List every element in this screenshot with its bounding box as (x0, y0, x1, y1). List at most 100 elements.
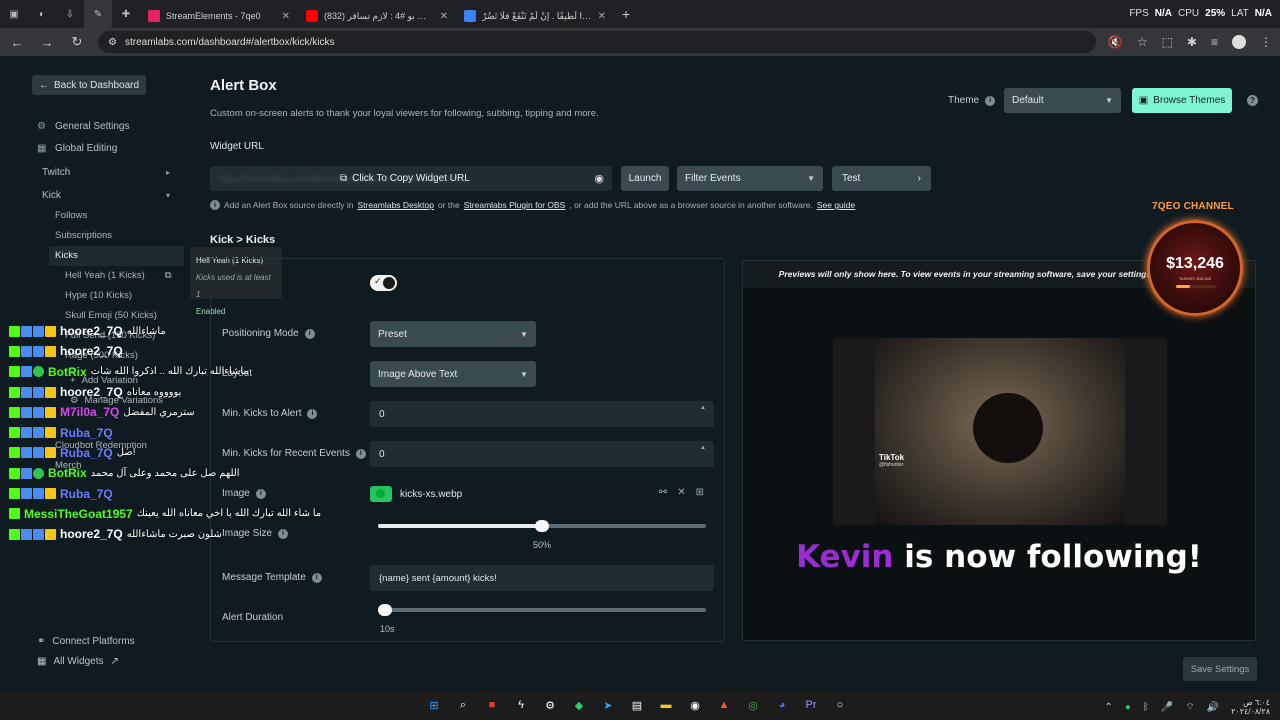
save-settings-button[interactable]: Save Settings (1183, 657, 1257, 681)
clock[interactable]: ٦:٠٤ ص ٢٠٢٤/٠٨/٢٨ (1231, 698, 1270, 716)
copy-url-button[interactable]: ⧉ Click To Copy Widget URL (340, 173, 470, 184)
mute-icon[interactable]: 🔇 (1108, 35, 1123, 49)
pinned-tab-5[interactable]: ✚ (112, 0, 140, 28)
chevron-right-icon: ▸ (165, 168, 170, 177)
close-icon[interactable]: ✕ (440, 11, 448, 22)
search-icon[interactable]: ⌕ (453, 695, 473, 715)
forward-arrow-icon[interactable]: → (38, 35, 56, 50)
chat-username: hoore2_7Q (60, 527, 123, 542)
grid-icon[interactable]: ⊞ (696, 487, 704, 498)
obs-icon[interactable]: ◉ (685, 695, 705, 715)
bluetooth-icon[interactable]: ᛒ (1143, 702, 1149, 713)
close-icon[interactable]: ✕ (598, 11, 606, 22)
app-bolt-icon[interactable]: ϟ (511, 695, 531, 715)
pinned-tab-2[interactable]: ◐ (28, 0, 56, 28)
browser-tab[interactable]: كُنْ غائِرًا لَطيفًا . إنْ لَمْ تَنْفَعْ… (456, 4, 614, 28)
notes-icon[interactable]: ▤ (627, 695, 647, 715)
spinner-icon[interactable]: ▲ (700, 405, 706, 411)
launch-button[interactable]: Launch (621, 166, 669, 191)
close-icon[interactable]: ✕ (677, 487, 685, 498)
test-button[interactable]: Test › (832, 166, 931, 191)
streamlabs-desktop-link[interactable]: Streamlabs Desktop (357, 200, 434, 210)
premiere-icon[interactable]: Pr (801, 695, 821, 715)
discord-icon[interactable]: ◕ (772, 695, 792, 715)
bookmark-star-icon[interactable]: ☆ (1137, 35, 1148, 49)
back-to-dashboard-button[interactable]: ← Back to Dashboard (32, 75, 147, 95)
obs-plugin-link[interactable]: Streamlabs Plugin for OBS (464, 200, 566, 210)
sidebar-sub-subscriptions[interactable]: Subscriptions (55, 230, 112, 241)
browser-tab[interactable]: (832) باص تي بو #4 : لازم تسافر ...✕ (298, 4, 456, 28)
browser-tab[interactable]: StreamElements - 7qe0 ✕ (140, 4, 298, 28)
kick-badge-icon (9, 447, 20, 459)
app-telegram-icon[interactable]: ➤ (598, 695, 618, 715)
filter-events-select[interactable]: Filter Events ▼ (677, 166, 823, 191)
tray-app-icon[interactable]: ● (1125, 702, 1131, 713)
profile-avatar[interactable] (1232, 35, 1246, 49)
copy-icon[interactable]: ⧉ (165, 270, 172, 281)
chat-badges (9, 528, 56, 540)
close-icon[interactable]: ✕ (282, 11, 290, 22)
pinned-tab-3[interactable]: ⇩ (56, 0, 84, 28)
sidebar-sub-kicks[interactable]: Kicks (49, 246, 184, 266)
app-circle-icon[interactable]: ○ (830, 695, 850, 715)
chat-message: BotRix اللهم صل على محمد وعلى آل محمد (9, 463, 429, 483)
enable-toggle[interactable]: ✓ (370, 275, 397, 291)
widget-url-field[interactable]: https://streamlabs.com/alert-box/v3/xxxx… (210, 166, 612, 191)
slider-knob[interactable] (535, 520, 549, 532)
puzzle-icon[interactable]: ✱ (1187, 35, 1197, 49)
reading-list-icon[interactable]: ≡ (1211, 35, 1218, 49)
chat-badges (9, 508, 20, 520)
chat-text: سترمري المفضل (123, 406, 195, 418)
mic-icon[interactable]: 🎤 (1161, 702, 1173, 713)
pinned-tab-1[interactable]: ▣ (0, 0, 28, 28)
menu-icon[interactable]: ⋮ (1260, 35, 1272, 49)
variation-item[interactable]: Skull Emoji (50 Kicks) (65, 310, 157, 321)
back-arrow-icon[interactable]: ← (8, 35, 26, 50)
message-template-input[interactable]: {name} sent {amount} kicks! (370, 565, 714, 591)
connect-platforms-link[interactable]: ⚭ Connect Platforms (37, 636, 135, 647)
chat-text: اللهم صل على محمد وعلى آل محمد (90, 467, 240, 479)
extension-icon[interactable]: ⬚ (1162, 35, 1173, 49)
site-info-icon[interactable]: ⚙ (108, 37, 117, 48)
kick-badge-icon (9, 488, 20, 500)
new-tab-button[interactable]: + (614, 6, 638, 22)
reload-icon[interactable]: ↻ (68, 34, 86, 50)
sidebar-item-global-editing[interactable]: ▦ Global Editing (37, 143, 117, 154)
settings-icon[interactable]: ⚙ (540, 695, 560, 715)
slider-knob[interactable] (377, 604, 392, 616)
all-widgets-link[interactable]: ▦ All Widgets ↗ (37, 656, 119, 667)
kick-badge-icon (9, 325, 20, 337)
chevron-right-icon: › (917, 173, 921, 184)
theme-select[interactable]: Default ▼ (1004, 88, 1121, 113)
app-red-icon[interactable]: ■ (482, 695, 502, 715)
browse-themes-button[interactable]: ▣ Browse Themes (1132, 88, 1232, 113)
chat-text: صل! (116, 447, 136, 459)
help-icon[interactable]: ? (1247, 95, 1258, 106)
sidebar-item-general-settings[interactable]: ⚙ General Settings (37, 121, 130, 132)
variation-item[interactable]: Hype (10 Kicks) (65, 290, 132, 301)
see-guide-link[interactable]: See guide (817, 200, 855, 210)
link-icon[interactable]: ⚯ (659, 487, 667, 498)
info-icon[interactable]: i (985, 95, 996, 106)
crown-badge-icon (45, 447, 56, 459)
chat-badges (9, 447, 56, 459)
alert-duration-slider[interactable] (377, 604, 706, 616)
windows-icon[interactable]: ⊞ (424, 695, 444, 715)
variation-item[interactable]: Hell Yeah (1 Kicks) ⧉ (65, 270, 172, 281)
info-icon: i (210, 200, 220, 210)
chrome-icon[interactable]: ◎ (743, 695, 763, 715)
folder-icon[interactable]: ▬ (656, 695, 676, 715)
eye-icon[interactable]: ◉ (594, 172, 604, 185)
chevron-up-icon[interactable]: ⌃ (1104, 702, 1112, 713)
spinner-icon[interactable]: ▲ (700, 445, 706, 451)
volume-icon[interactable]: 🔊 (1207, 702, 1219, 713)
sidebar-item-twitch[interactable]: Twitch ▸ (42, 167, 182, 178)
info-icon[interactable]: i (311, 572, 322, 583)
brave-icon[interactable]: ▲ (714, 695, 734, 715)
sidebar-item-kick[interactable]: Kick ▾ (42, 190, 182, 201)
app-green-icon[interactable]: ◆ (569, 695, 589, 715)
sidebar-sub-follows[interactable]: Follows (55, 210, 87, 221)
wifi-icon[interactable]: ⌔ (1185, 701, 1194, 714)
url-input[interactable]: ⚙ streamlabs.com/dashboard#/alertbox/kic… (98, 31, 1096, 53)
pinned-tab-4[interactable]: ✎ (84, 0, 112, 28)
